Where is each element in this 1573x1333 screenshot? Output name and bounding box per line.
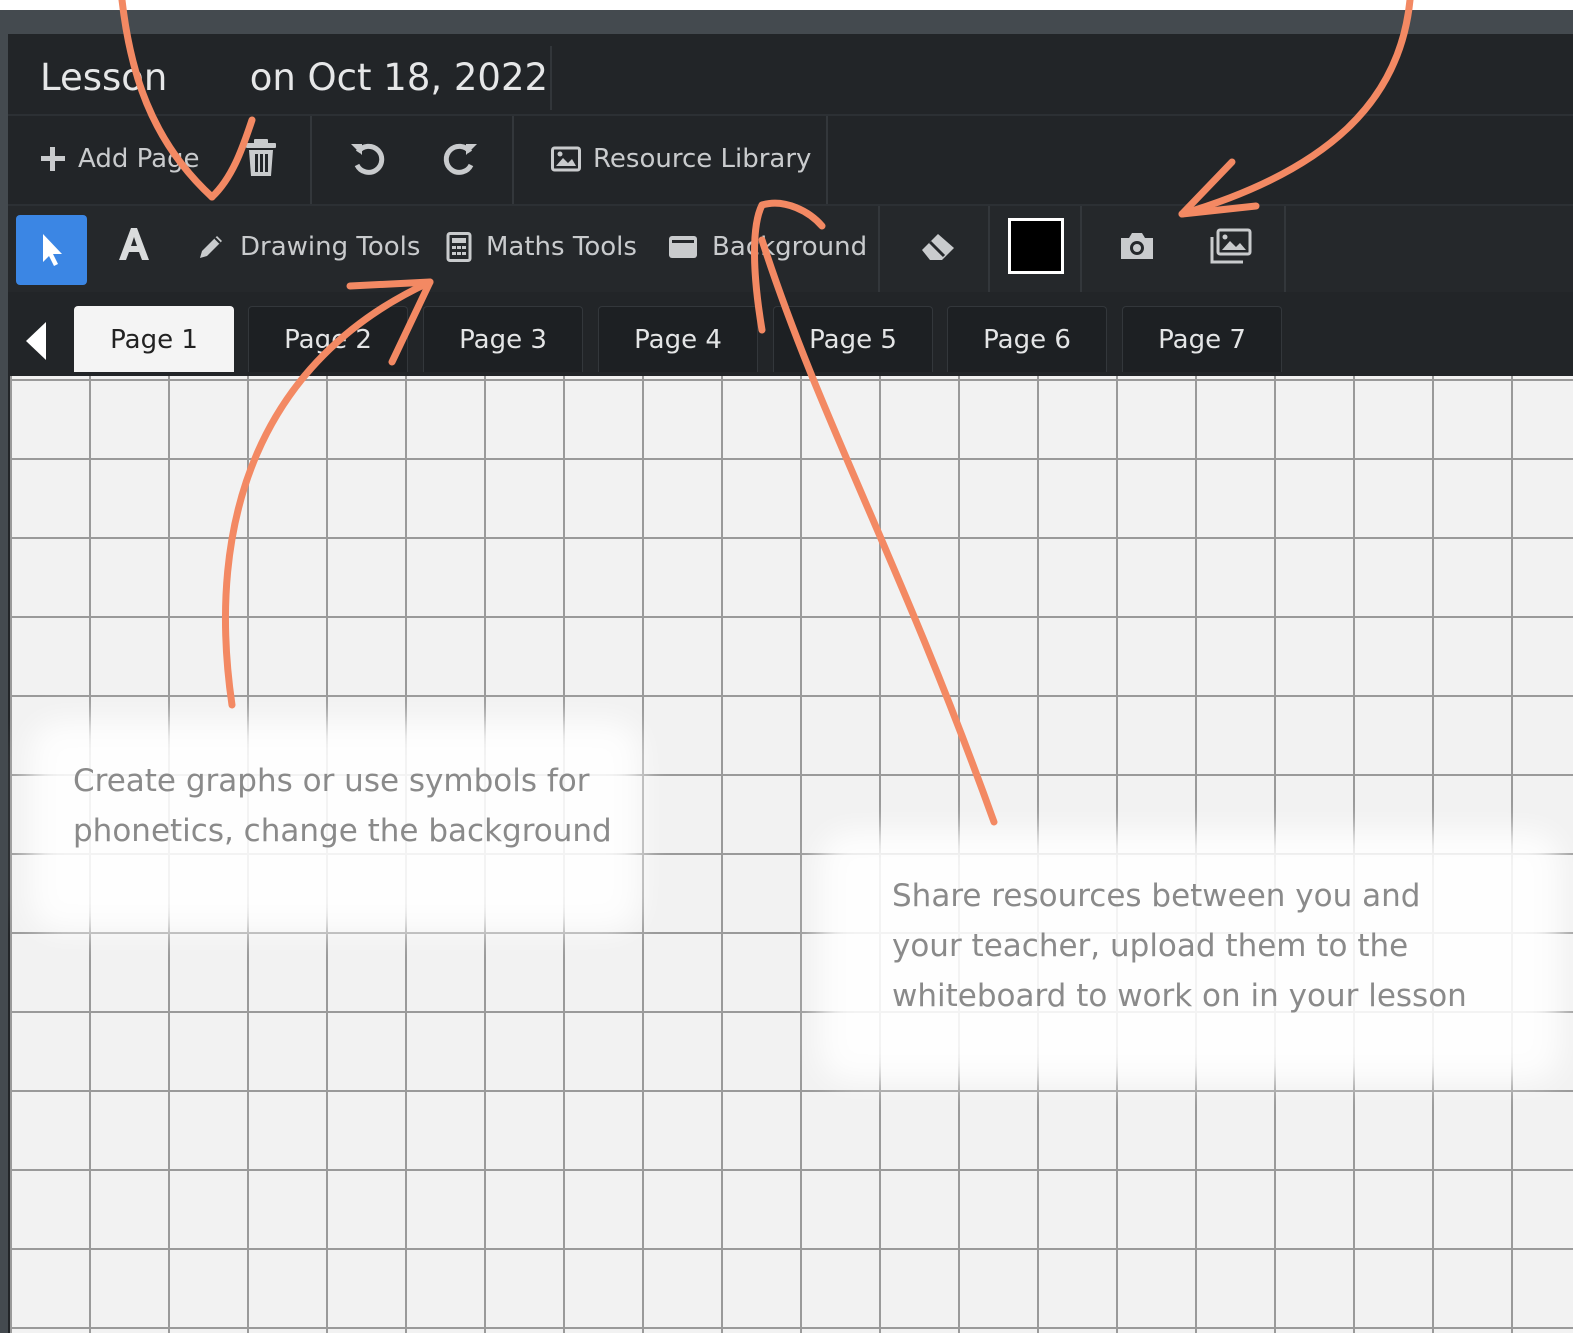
tabs-scroll-left-icon[interactable]: [22, 320, 50, 362]
tools-toolbar: Drawing Tools Maths Tools Background: [8, 206, 1573, 292]
color-picker-button[interactable]: [1008, 218, 1064, 274]
image-icon: [551, 146, 581, 172]
tab-page-5[interactable]: Page 5: [773, 306, 933, 372]
page-toolbar: Add Page Resource Library: [8, 116, 1573, 206]
text-tool-button[interactable]: [116, 226, 152, 262]
whiteboard-app: Lesson on Oct 18, 2022 Add Page Resource…: [8, 34, 1573, 1333]
tab-page-1[interactable]: Page 1: [74, 306, 234, 372]
camera-button[interactable]: [1118, 230, 1156, 262]
undo-button[interactable]: [348, 138, 390, 180]
tab-page-3[interactable]: Page 3: [423, 306, 583, 372]
camera-icon: [1121, 233, 1153, 259]
maths-tools-button[interactable]: Maths Tools: [446, 232, 637, 262]
note-resources: Share resources between you and your tea…: [892, 871, 1467, 1021]
toolbar-divider: [988, 206, 990, 292]
note-line: phonetics, change the background: [73, 813, 612, 849]
redo-button[interactable]: [438, 138, 480, 180]
title-bar: Lesson on Oct 18, 2022: [8, 34, 1573, 114]
tab-page-4[interactable]: Page 4: [598, 306, 758, 372]
select-tool-button[interactable]: [16, 215, 87, 285]
resource-library-button[interactable]: Resource Library: [551, 144, 811, 174]
add-page-button[interactable]: Add Page: [38, 144, 200, 174]
eraser-button[interactable]: [918, 228, 958, 264]
note-line: Create graphs or use symbols for: [73, 763, 590, 799]
maths-tools-label: Maths Tools: [486, 232, 637, 262]
note-line: your teacher, upload them to the: [892, 928, 1409, 964]
background-button[interactable]: Background: [668, 232, 867, 262]
gallery-upload-button[interactable]: [1210, 228, 1252, 264]
trash-icon: [246, 139, 276, 176]
plus-icon: [41, 147, 65, 171]
gallery-icon: [1210, 228, 1252, 264]
drawing-tools-label: Drawing Tools: [240, 232, 421, 262]
tab-page-7[interactable]: Page 7: [1122, 306, 1282, 372]
title-divider: [550, 46, 552, 110]
eraser-icon: [922, 234, 954, 260]
resource-library-label: Resource Library: [593, 144, 812, 174]
drawing-tools-button[interactable]: Drawing Tools: [196, 232, 420, 262]
lesson-title: Lesson on Oct 18, 2022: [40, 56, 549, 99]
undo-icon: [351, 143, 385, 175]
whiteboard-canvas[interactable]: Create graphs or use symbols for phoneti…: [10, 376, 1573, 1333]
toolbar-divider: [310, 116, 312, 206]
tab-page-6[interactable]: Page 6: [947, 306, 1107, 372]
toolbar-divider: [512, 116, 514, 206]
toolbar-divider: [1080, 206, 1082, 292]
redo-icon: [443, 143, 477, 175]
delete-page-button[interactable]: [244, 138, 278, 178]
toolbar-divider: [878, 206, 880, 292]
background-label: Background: [712, 232, 868, 262]
toolbar-divider: [826, 116, 828, 206]
cursor-icon: [42, 234, 62, 266]
tab-page-2[interactable]: Page 2: [248, 306, 408, 372]
toolbar-divider: [1284, 206, 1286, 292]
note-maths-background: Create graphs or use symbols for phoneti…: [73, 756, 612, 856]
pencil-icon: [200, 236, 222, 258]
background-icon: [669, 236, 697, 258]
add-page-label: Add Page: [78, 144, 200, 174]
note-line: Share resources between you and: [892, 878, 1421, 914]
text-icon: [119, 228, 149, 260]
page-tabs: Page 1 Page 2 Page 3 Page 4 Page 5 Page …: [8, 292, 1573, 372]
note-line: whiteboard to work on in your lesson: [892, 978, 1467, 1014]
calculator-icon: [446, 232, 472, 262]
